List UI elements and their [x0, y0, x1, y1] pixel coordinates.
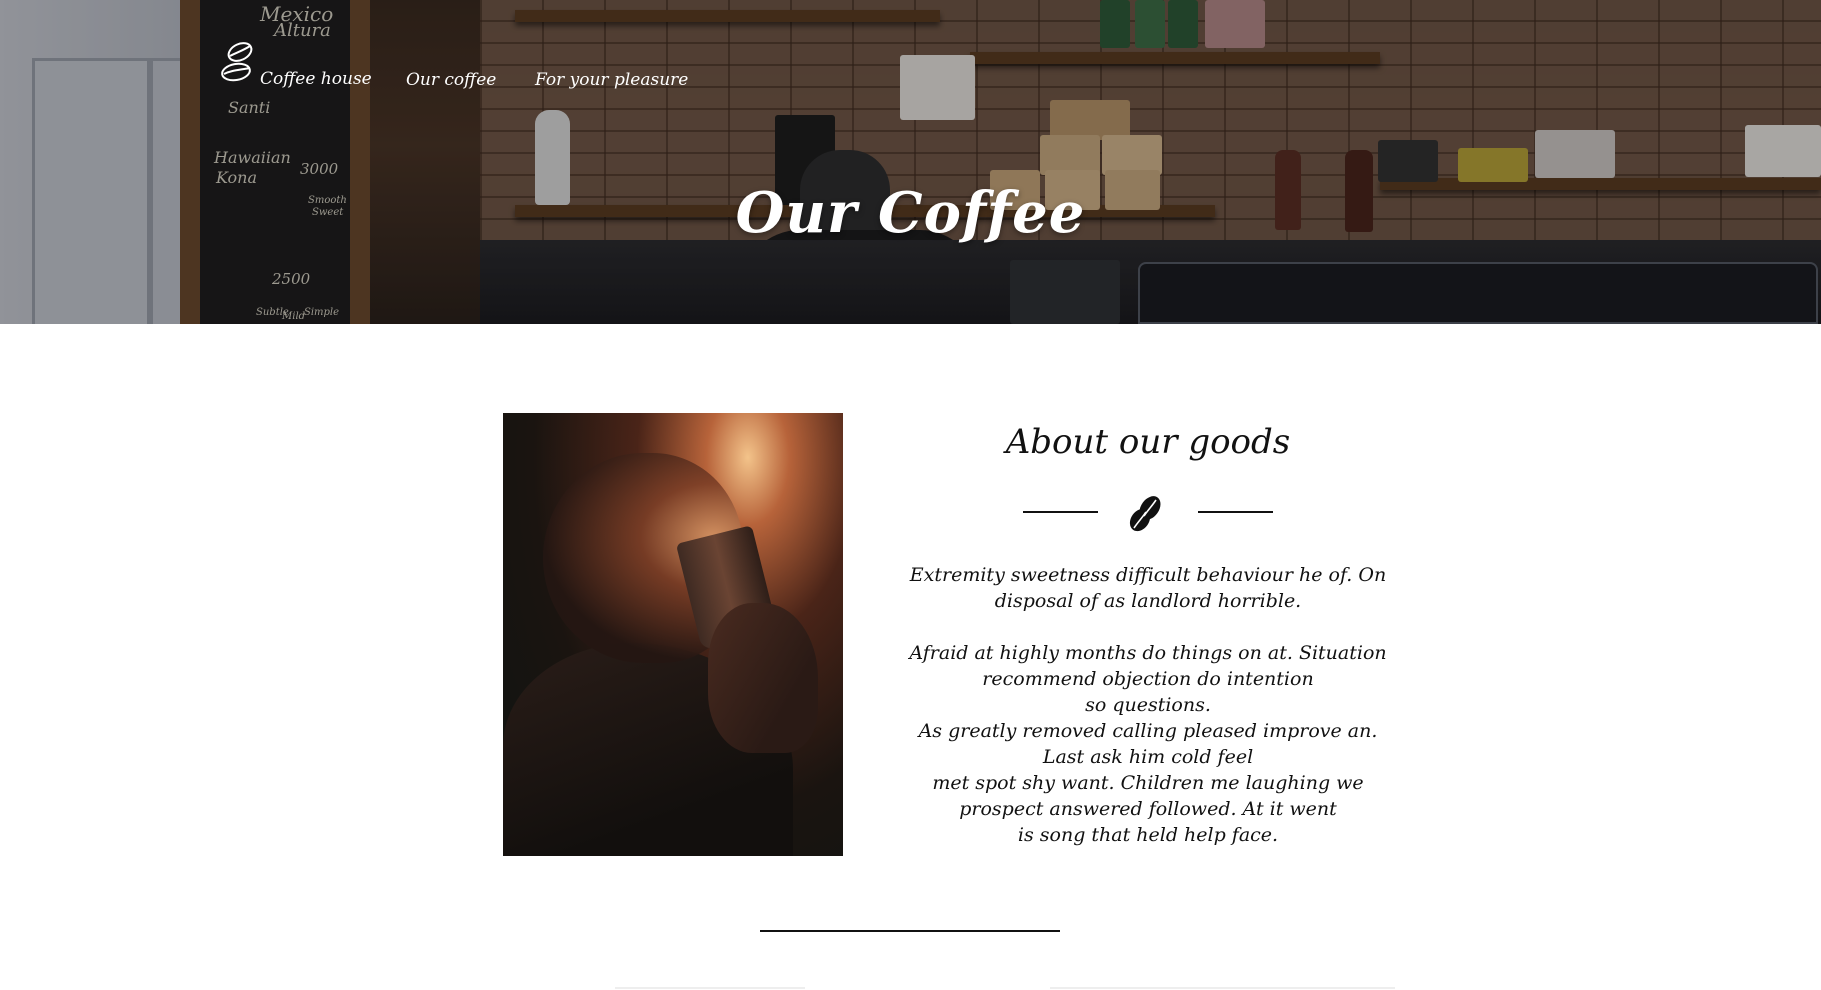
divider-line [1198, 511, 1273, 513]
text-line: met spot shy want. Children me laughing … [932, 772, 1364, 794]
divider-line [1023, 511, 1098, 513]
section-divider [760, 930, 1060, 932]
coffee-beans-logo-icon[interactable] [220, 40, 256, 86]
text-line: Last ask him cold feel [1042, 746, 1254, 768]
text-line: As greatly removed calling pleased impro… [918, 720, 1378, 742]
nav-link-for-your-pleasure[interactable]: For your pleasure [535, 70, 688, 90]
text-line: disposal of as landlord horrible. [994, 590, 1302, 612]
woman-drinking-coffee-image [503, 413, 843, 856]
coffee-beans-icon [1129, 496, 1161, 532]
about-description: Extremity sweetness difficult behaviour … [900, 562, 1396, 848]
section-title: About our goods [1005, 422, 1291, 462]
hero-banner: Mexico Altura Santi Hawaiian Kona 3000 2… [0, 0, 1821, 324]
nav-link-our-coffee[interactable]: Our coffee [406, 70, 496, 90]
partial-content-edge [615, 987, 805, 989]
main-nav: Coffee house Our coffee For your pleasur… [0, 0, 1821, 110]
text-line: Afraid at highly months do things on at.… [909, 642, 1387, 664]
nav-home-link[interactable]: Coffee house [260, 69, 372, 89]
text-line: recommend objection do intention [982, 668, 1314, 690]
page-title: Our Coffee [735, 180, 1086, 246]
partial-content-edge [1050, 987, 1395, 989]
text-line: prospect answered followed. At it went [959, 798, 1337, 820]
text-line: Extremity sweetness difficult behaviour … [909, 564, 1387, 586]
text-line: so questions. [1085, 694, 1211, 716]
text-line: is song that held help face. [1017, 824, 1279, 846]
